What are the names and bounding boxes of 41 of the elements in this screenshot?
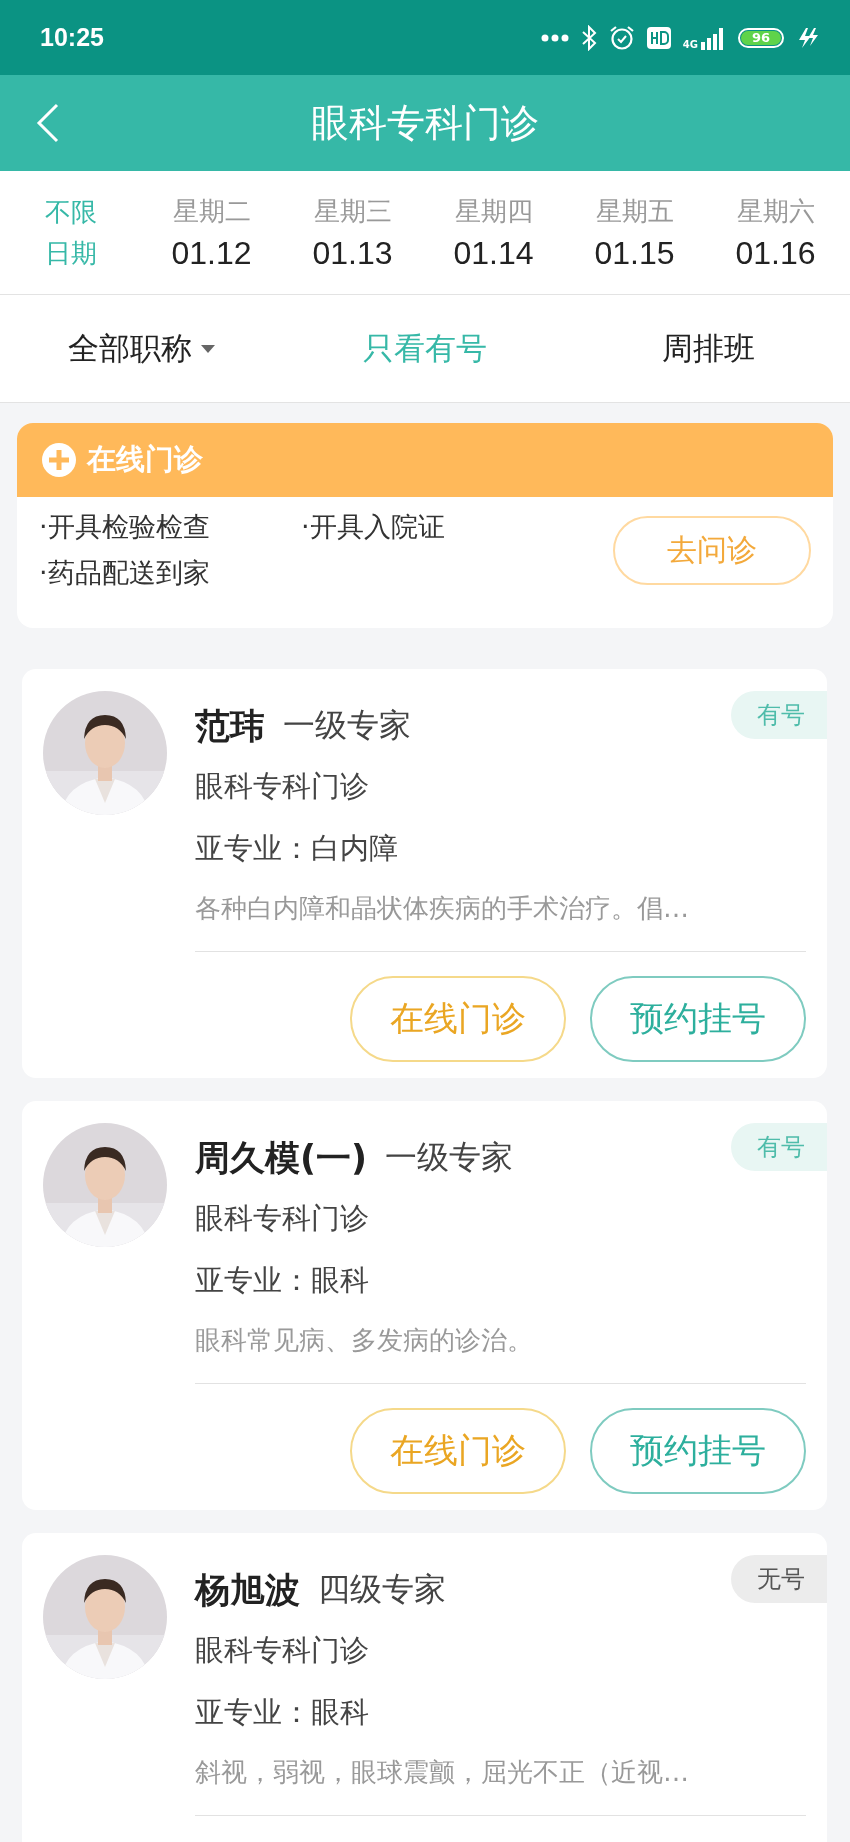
network-type: 4G xyxy=(682,39,698,50)
doctor-title: 一级专家 xyxy=(385,1137,513,1178)
dropdown-caret-icon xyxy=(199,343,216,354)
back-icon[interactable] xyxy=(36,103,60,143)
doctor-title: 四级专家 xyxy=(318,1569,446,1610)
date-tab[interactable]: 星期三 01.13 xyxy=(282,193,423,272)
doctor-name: 周久模(一) xyxy=(195,1136,367,1180)
page-title: 眼科专科门诊 xyxy=(311,99,539,147)
plus-icon xyxy=(41,442,77,478)
availability-badge: 有号 xyxy=(731,691,827,739)
date-tab[interactable]: 星期六 01.16 xyxy=(705,193,846,272)
card-title: 在线门诊 xyxy=(87,441,203,478)
more-dots-icon xyxy=(540,33,569,42)
hd-icon xyxy=(646,26,671,49)
date-tab[interactable]: 星期四 01.14 xyxy=(423,193,564,272)
doctor-title: 一级专家 xyxy=(283,705,411,746)
signal-icon xyxy=(700,25,726,50)
description: 眼科常见病、多发病的诊治。 xyxy=(195,1323,533,1357)
description: 斜视，弱视，眼球震颤，屈光不正（近视… xyxy=(195,1755,689,1789)
feature-item: ·开具检验检查 xyxy=(39,510,211,544)
doctor-name: 杨旭波 xyxy=(195,1568,300,1612)
department: 眼科专科门诊 xyxy=(195,1632,369,1669)
subspecialty: 亚专业：眼科 xyxy=(195,1694,369,1731)
subspecialty: 亚专业：眼科 xyxy=(195,1262,369,1299)
feature-item: ·药品配送到家 xyxy=(39,556,211,590)
description: 各种白内障和晶状体疾病的手术治疗。倡… xyxy=(195,891,689,925)
availability-badge: 无号 xyxy=(731,1555,827,1603)
department: 眼科专科门诊 xyxy=(195,1200,369,1237)
date-tab[interactable]: 星期五 01.15 xyxy=(564,193,705,272)
feature-item: ·开具入院证 xyxy=(301,510,445,544)
battery-indicator: 96 xyxy=(738,27,784,48)
weekly-schedule-link[interactable]: 周排班 xyxy=(661,327,755,370)
subspecialty: 亚专业：白内障 xyxy=(195,830,398,867)
date-tab[interactable]: 星期二 01.12 xyxy=(141,193,282,272)
department: 眼科专科门诊 xyxy=(195,768,369,805)
availability-badge: 有号 xyxy=(731,1123,827,1171)
doctor-name: 范玮 xyxy=(195,704,265,748)
status-time: 10:25 xyxy=(40,23,104,52)
bluetooth-icon xyxy=(580,24,597,51)
alarm-clock-icon xyxy=(608,24,635,51)
title-filter-dropdown[interactable]: 全部职称 xyxy=(67,327,216,370)
